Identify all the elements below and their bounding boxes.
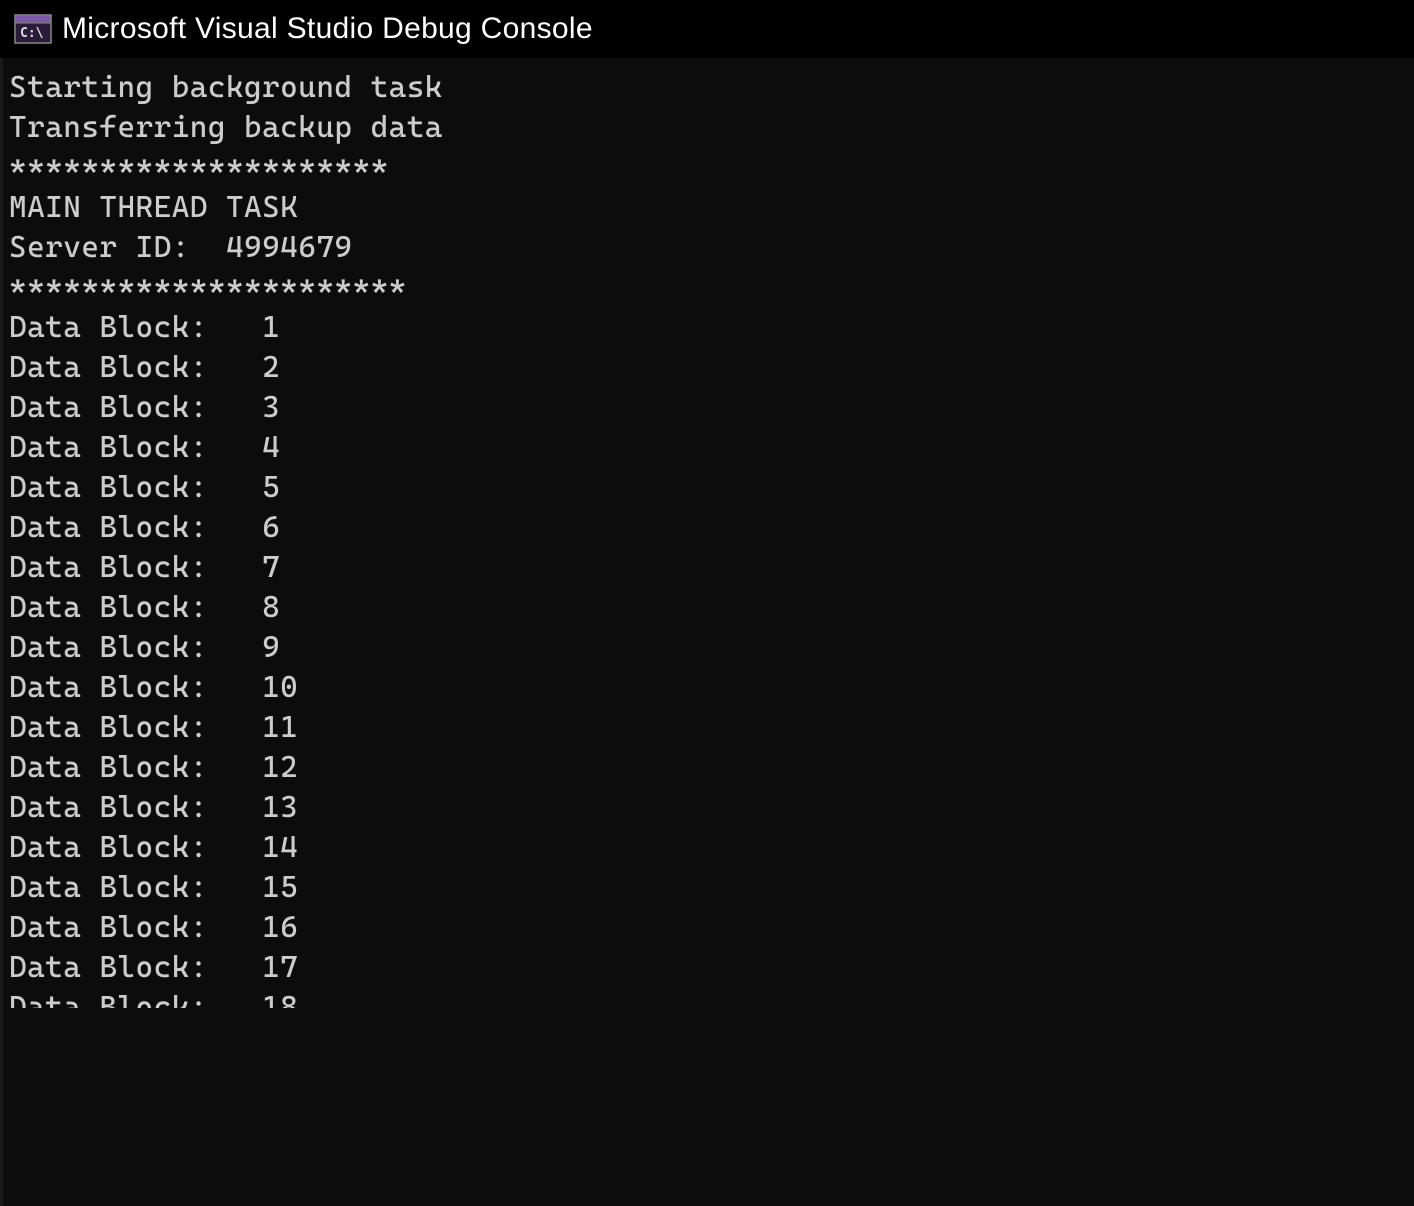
console-line: Data Block: 3 <box>9 388 1414 428</box>
console-line: Data Block: 6 <box>9 508 1414 548</box>
console-icon: C:\ <box>14 14 52 44</box>
console-line: Data Block: 13 <box>9 788 1414 828</box>
console-output-area[interactable]: Starting background taskTransferring bac… <box>0 58 1414 1206</box>
console-line: Data Block: 1 <box>9 308 1414 348</box>
console-line: Data Block: 8 <box>9 588 1414 628</box>
console-line: Server ID: 4994679 <box>9 228 1414 268</box>
console-line: Data Block: 18 <box>9 988 1414 1008</box>
console-line: Data Block: 11 <box>9 708 1414 748</box>
console-line: Data Block: 7 <box>9 548 1414 588</box>
console-line: Data Block: 2 <box>9 348 1414 388</box>
console-window: C:\ Microsoft Visual Studio Debug Consol… <box>0 0 1414 1206</box>
console-line: Transferring backup data <box>9 108 1414 148</box>
console-line: ********************** <box>9 268 1414 308</box>
console-line: Data Block: 15 <box>9 868 1414 908</box>
svg-text:C:\: C:\ <box>20 26 44 41</box>
window-title: Microsoft Visual Studio Debug Console <box>62 12 593 46</box>
titlebar[interactable]: C:\ Microsoft Visual Studio Debug Consol… <box>0 0 1414 58</box>
console-line: ********************* <box>9 148 1414 188</box>
console-line: Data Block: 12 <box>9 748 1414 788</box>
console-line: Starting background task <box>9 68 1414 108</box>
console-output-text: Starting background taskTransferring bac… <box>9 68 1414 1008</box>
console-line: Data Block: 4 <box>9 428 1414 468</box>
console-line: Data Block: 10 <box>9 668 1414 708</box>
console-line: Data Block: 5 <box>9 468 1414 508</box>
console-line: Data Block: 17 <box>9 948 1414 988</box>
console-line: Data Block: 16 <box>9 908 1414 948</box>
console-line: Data Block: 9 <box>9 628 1414 668</box>
console-line: Data Block: 14 <box>9 828 1414 868</box>
console-line: MAIN THREAD TASK <box>9 188 1414 228</box>
